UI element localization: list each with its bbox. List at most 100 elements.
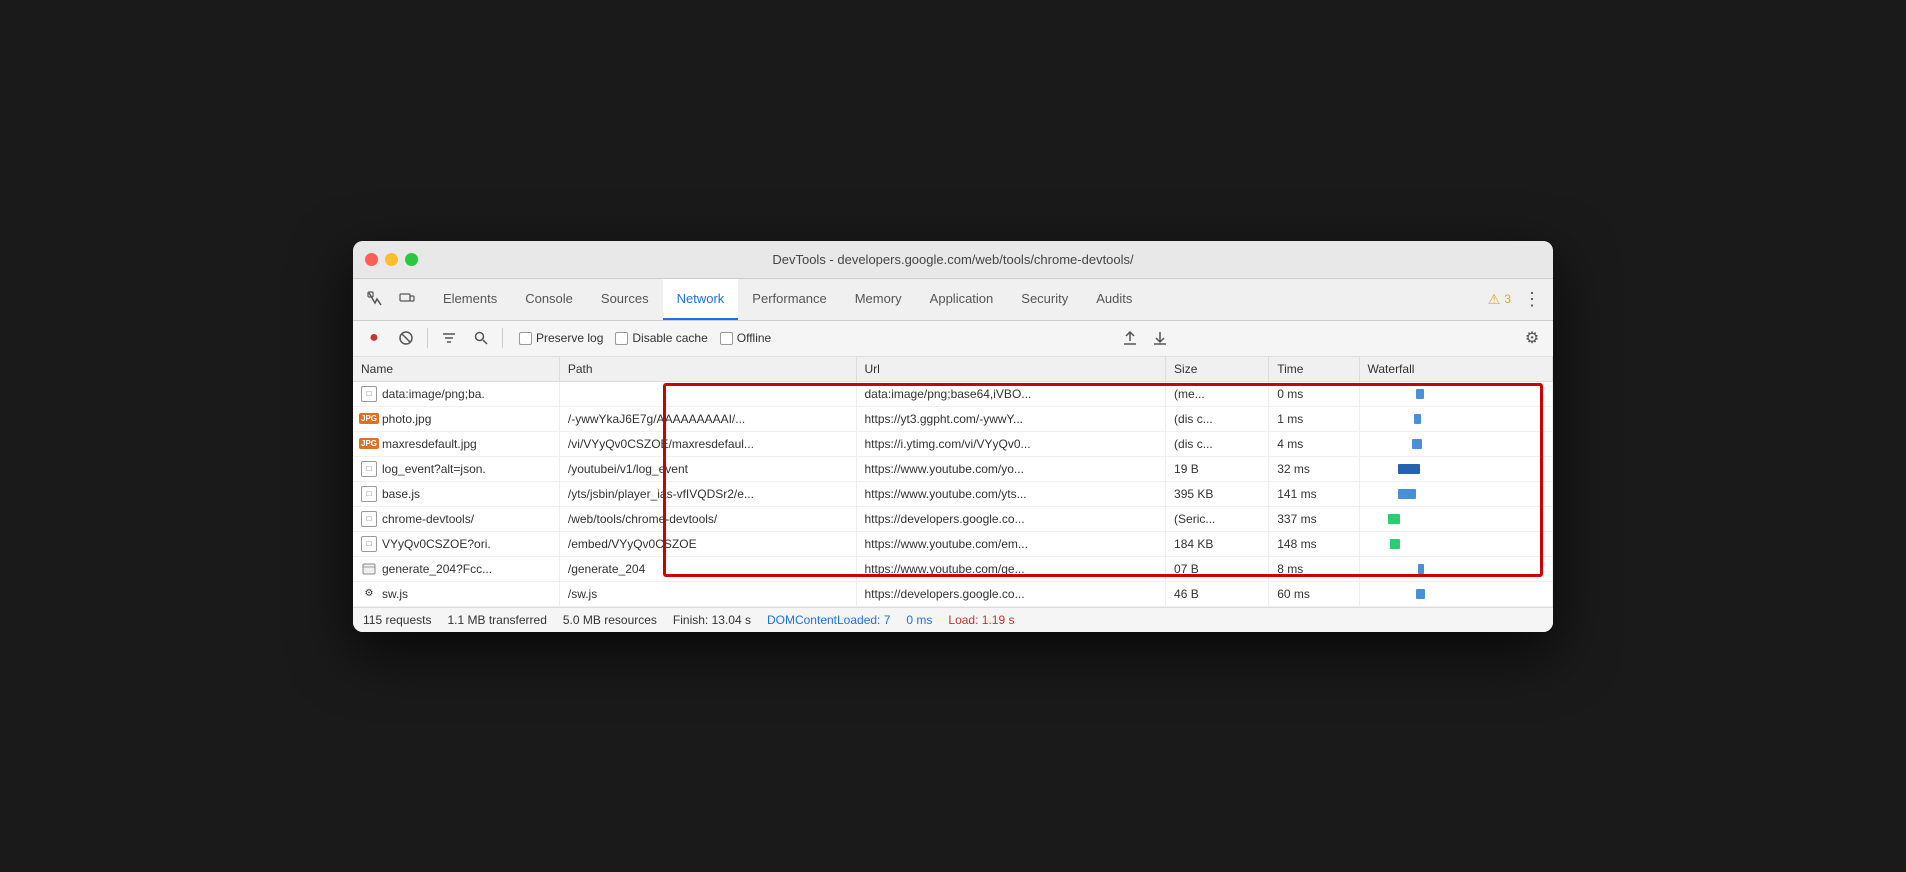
transferred-size: 1.1 MB transferred — [448, 613, 547, 627]
tab-bar: Elements Console Sources Network Perform… — [353, 279, 1553, 321]
devtools-body: Elements Console Sources Network Perform… — [353, 279, 1553, 632]
more-options-button[interactable]: ⋮ — [1519, 289, 1545, 310]
table-row[interactable]: □ log_event?alt=json. /youtubei/v1/log_e… — [353, 456, 1553, 481]
cell-path: /yts/jsbin/player_ias-vfIVQDSr2/e... — [559, 481, 856, 506]
cell-url: https://www.youtube.com/yts... — [856, 481, 1166, 506]
inspect-icon[interactable] — [361, 285, 389, 313]
cell-size: (me... — [1166, 381, 1269, 406]
table-row[interactable]: □ base.js /yts/jsbin/player_ias-vfIVQDSr… — [353, 481, 1553, 506]
network-table-body: □ data:image/png;ba. data:image/png;base… — [353, 381, 1553, 606]
offline-check[interactable] — [720, 332, 733, 345]
close-button[interactable] — [365, 253, 378, 266]
cell-path: /vi/VYyQv0CSZOE/maxresdefaul... — [559, 431, 856, 456]
file-icon — [361, 561, 377, 577]
tab-console[interactable]: Console — [511, 279, 587, 320]
warning-icon: ⚠ — [1488, 291, 1501, 308]
cell-time: 32 ms — [1269, 456, 1359, 481]
maximize-button[interactable] — [405, 253, 418, 266]
col-time[interactable]: Time — [1269, 357, 1359, 382]
dom-suffix: 0 ms — [906, 613, 932, 627]
tab-icons — [361, 285, 421, 313]
table-row[interactable]: ⚙ sw.js /sw.js https://developers.google… — [353, 581, 1553, 606]
tab-right-controls: ⚠ 3 ⋮ — [1488, 289, 1545, 310]
network-table: Name Path Url Size Time Waterfall □ — [353, 357, 1553, 607]
upload-icon[interactable] — [1117, 325, 1143, 351]
search-button[interactable] — [468, 325, 494, 351]
cell-time: 8 ms — [1269, 556, 1359, 581]
preserve-log-checkbox[interactable]: Preserve log — [519, 331, 603, 345]
col-path[interactable]: Path — [559, 357, 856, 382]
disable-cache-check[interactable] — [615, 332, 628, 345]
tab-security[interactable]: Security — [1007, 279, 1082, 320]
cell-name: □ base.js — [353, 481, 559, 506]
tabs-container: Elements Console Sources Network Perform… — [429, 279, 1488, 320]
cell-name: □ VYyQv0CSZOE?ori. — [353, 531, 559, 556]
file-icon: □ — [361, 511, 377, 527]
cell-time: 141 ms — [1269, 481, 1359, 506]
warning-badge: ⚠ 3 — [1488, 291, 1511, 308]
cell-path: /generate_204 — [559, 556, 856, 581]
file-icon: JPG — [361, 436, 377, 452]
col-waterfall[interactable]: Waterfall — [1359, 357, 1553, 382]
col-size[interactable]: Size — [1166, 357, 1269, 382]
filter-button[interactable] — [436, 325, 462, 351]
finish-time: Finish: 13.04 s — [673, 613, 751, 627]
cell-size: (dis c... — [1166, 406, 1269, 431]
disable-cache-label: Disable cache — [632, 331, 707, 345]
tab-sources[interactable]: Sources — [587, 279, 663, 320]
settings-gear-icon[interactable]: ⚙ — [1519, 325, 1545, 351]
cell-path: /youtubei/v1/log_event — [559, 456, 856, 481]
cell-url: https://www.youtube.com/ge... — [856, 556, 1166, 581]
status-bar: 115 requests 1.1 MB transferred 5.0 MB r… — [353, 607, 1553, 632]
cell-name: ⚙ sw.js — [353, 581, 559, 606]
record-button[interactable]: ● — [361, 325, 387, 351]
tab-performance[interactable]: Performance — [738, 279, 840, 320]
disable-cache-checkbox[interactable]: Disable cache — [615, 331, 707, 345]
cell-url: https://developers.google.co... — [856, 506, 1166, 531]
toolbar-right-icons — [1117, 325, 1173, 351]
table-row[interactable]: □ chrome-devtools/ /web/tools/chrome-dev… — [353, 506, 1553, 531]
cell-time: 337 ms — [1269, 506, 1359, 531]
devtools-window: DevTools - developers.google.com/web/too… — [353, 241, 1553, 632]
file-icon: ⚙ — [361, 586, 377, 602]
offline-checkbox[interactable]: Offline — [720, 331, 771, 345]
device-icon[interactable] — [393, 285, 421, 313]
cell-name: □ log_event?alt=json. — [353, 456, 559, 481]
cell-size: 19 B — [1166, 456, 1269, 481]
tab-application[interactable]: Application — [916, 279, 1008, 320]
window-controls — [365, 253, 418, 266]
cell-waterfall — [1359, 506, 1553, 531]
toolbar-separator-1 — [427, 328, 428, 348]
table-row[interactable]: JPG maxresdefault.jpg /vi/VYyQv0CSZOE/ma… — [353, 431, 1553, 456]
file-icon: □ — [361, 486, 377, 502]
dom-content-loaded: DOMContentLoaded: 7 — [767, 613, 890, 627]
tab-audits[interactable]: Audits — [1082, 279, 1146, 320]
col-url[interactable]: Url — [856, 357, 1166, 382]
tab-memory[interactable]: Memory — [841, 279, 916, 320]
cell-size: 07 B — [1166, 556, 1269, 581]
clear-button[interactable] — [393, 325, 419, 351]
warning-count: 3 — [1504, 292, 1511, 306]
preserve-log-check[interactable] — [519, 332, 532, 345]
table-row[interactable]: generate_204?Fcc... /generate_204 https:… — [353, 556, 1553, 581]
cell-url: https://www.youtube.com/em... — [856, 531, 1166, 556]
cell-name: □ chrome-devtools/ — [353, 506, 559, 531]
tab-elements[interactable]: Elements — [429, 279, 511, 320]
table-row[interactable]: □ data:image/png;ba. data:image/png;base… — [353, 381, 1553, 406]
tab-network[interactable]: Network — [663, 279, 739, 320]
offline-label: Offline — [737, 331, 771, 345]
download-icon[interactable] — [1147, 325, 1173, 351]
table-row[interactable]: □ VYyQv0CSZOE?ori. /embed/VYyQv0CSZOE ht… — [353, 531, 1553, 556]
minimize-button[interactable] — [385, 253, 398, 266]
col-name[interactable]: Name — [353, 357, 559, 382]
preserve-log-label: Preserve log — [536, 331, 603, 345]
cell-time: 0 ms — [1269, 381, 1359, 406]
file-icon: □ — [361, 461, 377, 477]
cell-waterfall — [1359, 581, 1553, 606]
cell-url: https://www.youtube.com/yo... — [856, 456, 1166, 481]
table-row[interactable]: JPG photo.jpg /-ywwYkaJ6E7g/AAAAAAAAAI/.… — [353, 406, 1553, 431]
cell-time: 148 ms — [1269, 531, 1359, 556]
cell-url: https://yt3.ggpht.com/-ywwY... — [856, 406, 1166, 431]
cell-waterfall — [1359, 556, 1553, 581]
cell-size: 395 KB — [1166, 481, 1269, 506]
